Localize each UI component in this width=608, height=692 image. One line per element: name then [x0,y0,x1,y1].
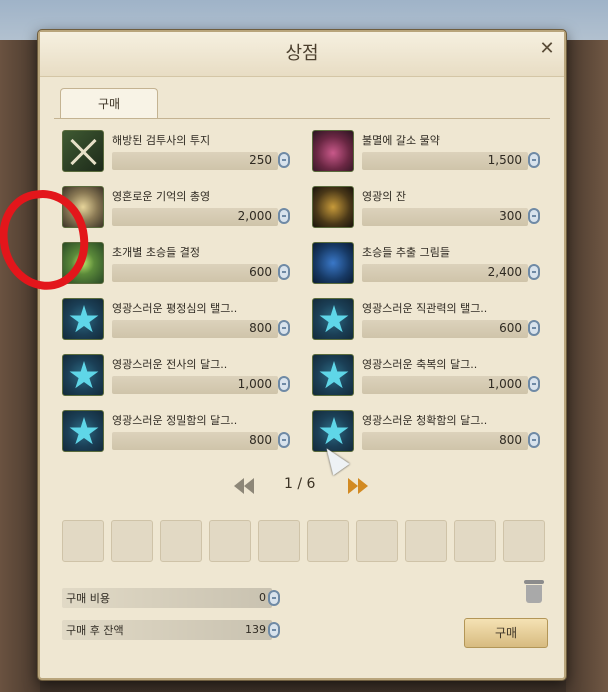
pagination: 1 / 6 [40,470,564,502]
item-name: 영광스러운 전사의 달그.. [112,358,228,371]
item-price: 2,400 [487,265,522,279]
currency-icon [528,208,540,224]
shop-item[interactable]: 영광스러운 청확함의 달그.. 800 [312,410,542,458]
item-name: 초개별 초승들 결정 [112,246,200,259]
page-indicator: 1 / 6 [284,476,316,492]
currency-icon [278,152,290,168]
shop-item[interactable]: 영광의 잔 300 [312,186,542,234]
currency-icon [268,590,280,606]
purchase-cost-value: 0 [259,591,266,604]
item-price: 250 [249,153,272,167]
currency-icon [268,622,280,638]
shop-item[interactable]: 해방된 검투사의 투지 250 [62,130,292,178]
item-price: 1,500 [487,153,522,167]
first-page-icon[interactable] [230,476,262,496]
swords-shape [63,131,103,171]
star-shape [69,361,99,389]
item-price: 1,000 [487,377,522,391]
potion-icon [312,130,354,172]
item-name: 영혼로운 기억의 총영 [112,190,211,203]
currency-icon [278,208,290,224]
shop-item[interactable]: 초개별 초승들 결정 600 [62,242,292,290]
orb-icon [62,242,104,284]
currency-icon [528,432,540,448]
balance-after-value: 139 [245,623,266,636]
star-emblem-icon [62,354,104,396]
close-icon[interactable]: ✕ [536,38,558,60]
purchase-cost-row: 구매 비용 0 [62,588,282,608]
shop-item[interactable]: 영광스러운 전사의 달그.. 1,000 [62,354,292,402]
item-name: 영광스러운 직관력의 탤그.. [362,302,488,315]
balance-after-row: 구매 후 잔액 139 [62,620,282,640]
star-emblem-icon [312,298,354,340]
item-price: 600 [499,321,522,335]
item-price: 800 [499,433,522,447]
star-shape [319,361,349,389]
item-name: 영광스러운 정밀함의 달그.. [112,414,238,427]
item-price: 800 [249,433,272,447]
trash-lid [524,580,544,584]
item-name: 초승들 추출 그림들 [362,246,450,259]
cart-slot[interactable] [503,520,545,562]
cart-slot[interactable] [405,520,447,562]
star-emblem-icon [62,298,104,340]
currency-icon [278,264,290,280]
star-emblem-icon [62,410,104,452]
buy-button[interactable]: 구매 [464,618,548,648]
cart-slot[interactable] [307,520,349,562]
currency-icon [278,432,290,448]
item-price: 2,000 [237,209,272,223]
star-shape [319,305,349,333]
currency-icon [278,376,290,392]
shop-item[interactable]: 불멸에 갈소 물약 1,500 [312,130,542,178]
item-name: 불멸에 갈소 물약 [362,134,440,147]
shop-item[interactable]: 영광스러운 평정심의 탤그.. 800 [62,298,292,346]
currency-icon [528,264,540,280]
item-name: 해방된 검투사의 투지 [112,134,211,147]
trash-icon[interactable] [524,580,544,604]
currency-icon [528,320,540,336]
background-wall-left [0,40,40,692]
shop-item[interactable]: 영광스러운 정밀함의 달그.. 800 [62,410,292,458]
shop-item[interactable]: 영광스러운 축복의 달그.. 1,000 [312,354,542,402]
crossed-swords-icon [62,130,104,172]
item-name: 영광스러운 평정심의 탤그.. [112,302,238,315]
window-title: 상점 [40,32,564,77]
star-shape [69,417,99,445]
star-shape [69,305,99,333]
tab-buy[interactable]: 구매 [60,88,158,119]
cart-slot[interactable] [62,520,104,562]
last-page-icon[interactable] [346,476,378,496]
cart-slot[interactable] [160,520,202,562]
trash-body [526,585,542,603]
tab-divider [54,118,550,119]
shop-item[interactable]: 영혼로운 기억의 총영 2,000 [62,186,292,234]
item-name: 영광스러운 축복의 달그.. [362,358,478,371]
shop-item[interactable]: 초승들 추출 그림들 2,400 [312,242,542,290]
cart-slot[interactable] [209,520,251,562]
currency-icon [528,376,540,392]
purchase-cost-label: 구매 비용 [66,592,110,605]
currency-icon [278,320,290,336]
item-price: 800 [249,321,272,335]
background-wall-right [566,40,608,692]
memory-icon [62,186,104,228]
cart-slot[interactable] [111,520,153,562]
item-price: 1,000 [237,377,272,391]
item-price: 300 [499,209,522,223]
star-emblem-icon [312,354,354,396]
cart-slot[interactable] [258,520,300,562]
item-price: 600 [249,265,272,279]
balance-after-label: 구매 후 잔액 [66,624,124,637]
cart-slots [62,520,550,564]
shop-item[interactable]: 영광스러운 직관력의 탤그.. 600 [312,298,542,346]
currency-icon [528,152,540,168]
item-name: 영광의 잔 [362,190,406,203]
cart-slot[interactable] [356,520,398,562]
chalice-icon [312,186,354,228]
item-name: 영광스러운 청확함의 달그.. [362,414,488,427]
cart-slot[interactable] [454,520,496,562]
shop-window: 상점 ✕ 구매 해방된 검투사의 투지 250 불멸에 갈소 물약 1,500 영혼로운… [38,30,566,680]
moon-icon [312,242,354,284]
